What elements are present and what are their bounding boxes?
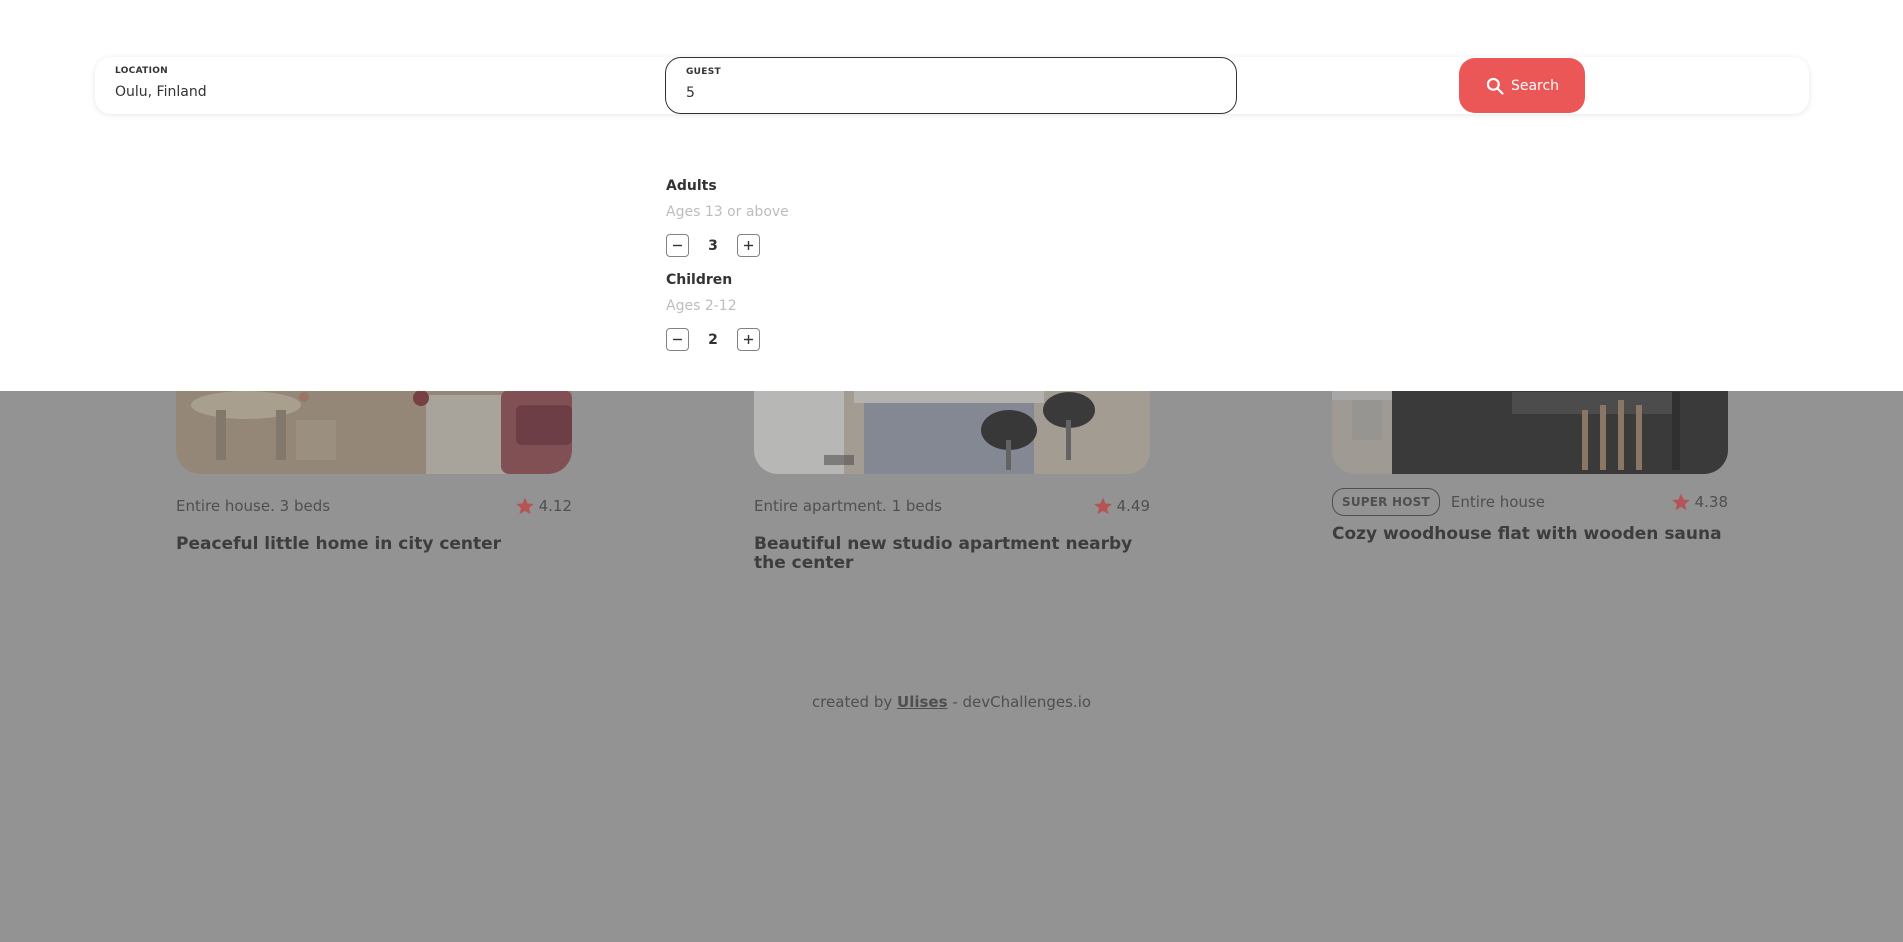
adults-stepper: 3 <box>666 234 789 257</box>
search-button-label: Search <box>1510 77 1560 94</box>
adults-count: 3 <box>708 237 718 254</box>
plus-icon <box>744 335 753 344</box>
search-button[interactable]: Search <box>1459 58 1585 113</box>
plus-icon <box>744 241 753 250</box>
minus-icon <box>673 244 682 247</box>
location-label: LOCATION <box>115 66 169 76</box>
guest-value[interactable]: 5 <box>686 85 1216 101</box>
children-stepper: 2 <box>666 328 760 351</box>
search-drawer: LOCATION Oulu, Finland GUEST 5 Search Ad… <box>0 0 1903 391</box>
search-bar: LOCATION Oulu, Finland GUEST 5 Search <box>95 57 1809 114</box>
children-decrement-button[interactable] <box>666 328 689 351</box>
location-value[interactable]: Oulu, Finland <box>115 84 645 100</box>
adults-group: Adults Ages 13 or above 3 <box>666 178 789 257</box>
adults-title: Adults <box>666 178 717 194</box>
children-count: 2 <box>708 331 718 348</box>
adults-subtitle: Ages 13 or above <box>666 204 789 220</box>
adults-decrement-button[interactable] <box>666 234 689 257</box>
children-title: Children <box>666 272 733 288</box>
search-icon <box>1486 77 1504 95</box>
guest-field[interactable]: GUEST 5 <box>665 57 1237 114</box>
guest-label: GUEST <box>686 67 721 77</box>
children-subtitle: Ages 2-12 <box>666 298 737 314</box>
adults-increment-button[interactable] <box>737 234 760 257</box>
children-group: Children Ages 2-12 2 <box>666 272 760 351</box>
children-increment-button[interactable] <box>737 328 760 351</box>
minus-icon <box>673 338 682 341</box>
location-field[interactable]: LOCATION Oulu, Finland <box>95 57 665 114</box>
